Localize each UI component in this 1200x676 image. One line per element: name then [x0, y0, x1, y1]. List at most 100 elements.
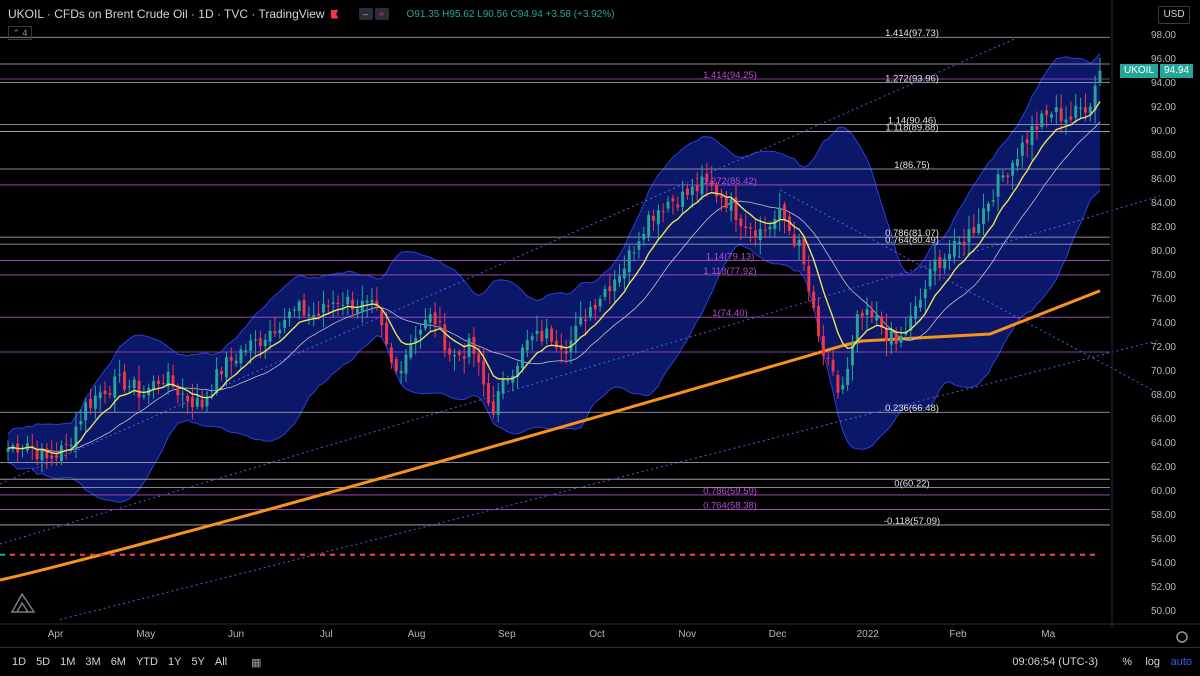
candle-body [836, 375, 840, 393]
range-3m[interactable]: 3M [85, 656, 100, 668]
y-tick-label: 84.00 [1151, 198, 1176, 209]
y-tick-label: 76.00 [1151, 294, 1176, 305]
range-ytd[interactable]: YTD [136, 656, 158, 668]
y-tick-label: 70.00 [1151, 366, 1176, 377]
candle-body [991, 200, 995, 202]
candle-body [744, 226, 748, 229]
candle-body [35, 449, 39, 460]
candle-body [686, 188, 689, 196]
candle-body [618, 275, 621, 283]
candle-body [394, 359, 398, 372]
candle-body [1020, 142, 1024, 156]
candle-body [399, 370, 403, 374]
candle-body [1088, 106, 1092, 114]
range-1d[interactable]: 1D [12, 656, 26, 668]
range-1m[interactable]: 1M [60, 656, 75, 668]
range-5d[interactable]: 5D [36, 656, 50, 668]
percent-toggle[interactable]: % [1122, 656, 1132, 668]
candle-body [278, 329, 282, 334]
chart-header: UKOIL · CFDs on Brent Crude Oil · 1D · T… [8, 6, 615, 22]
last-price-label: UKOIL 94.94 [1120, 63, 1198, 78]
fib-label-right: 0(60.22) [894, 478, 929, 489]
fib-label-right: 1.272(93.96) [885, 73, 939, 84]
calendar-icon[interactable]: ▦ [251, 656, 261, 669]
y-tick-label: 64.00 [1151, 438, 1176, 449]
candle-body [190, 397, 194, 408]
fib-label-left: 1.414(94.25) [703, 70, 757, 81]
candle-body [661, 211, 665, 213]
candle-body [807, 265, 811, 292]
candle-body [89, 399, 92, 408]
price-chart[interactable]: 50.00 52.00 54.00 56.00 58.00 60.00 62.00 64.00… [0, 0, 1200, 647]
candle-body [64, 443, 68, 445]
auto-toggle[interactable]: auto [1171, 656, 1192, 668]
candle-body [739, 218, 743, 227]
candle-body [487, 383, 490, 404]
range-6m[interactable]: 6M [111, 656, 126, 668]
candle-body [258, 338, 262, 346]
candle-body [540, 330, 544, 342]
gear-icon[interactable] [1176, 631, 1188, 643]
candle-body [307, 314, 311, 316]
candle-body [263, 339, 267, 347]
minus-icon[interactable]: – [358, 8, 373, 20]
x-tick-label: Sep [498, 629, 516, 640]
candle-body [268, 330, 272, 342]
x-tick-label: Aug [408, 629, 426, 640]
candle-body [749, 227, 753, 229]
y-tick-label: 80.00 [1151, 246, 1176, 257]
candle-body [438, 321, 442, 323]
y-tick-label: 92.00 [1151, 102, 1176, 113]
candle-body [200, 399, 204, 408]
ohlc-high: H95.62 [442, 8, 475, 20]
range-1y[interactable]: 1Y [168, 656, 181, 668]
candle-body [627, 250, 631, 273]
candle-body [195, 398, 199, 407]
candle-body [778, 207, 782, 220]
y-tick-label: 52.00 [1151, 582, 1176, 593]
candle-body [865, 309, 869, 316]
candle-body [404, 354, 408, 374]
log-toggle[interactable]: log [1145, 656, 1160, 668]
candle-body [312, 315, 316, 319]
currency-select[interactable]: USD [1158, 6, 1190, 24]
flag-icon[interactable] [330, 9, 339, 19]
candle-body [821, 336, 825, 356]
wave-icon[interactable]: ≈ [374, 8, 389, 20]
candle-body [482, 360, 486, 385]
clock-readout[interactable]: 09:06:54 (UTC-3) [1012, 656, 1098, 668]
candle-body [161, 382, 165, 384]
fib-label-left: 1.118(77.92) [703, 266, 756, 277]
range-5y[interactable]: 5Y [191, 656, 204, 668]
candle-body [453, 355, 456, 357]
candle-body [899, 335, 903, 343]
candle-body [948, 254, 951, 260]
candle-body [501, 378, 505, 394]
collapse-indicators-button[interactable]: ⌃ 4 [8, 26, 32, 40]
candle-body [957, 241, 961, 245]
candle-body [409, 343, 413, 358]
x-tick-label: Nov [678, 629, 696, 640]
candle-body [637, 241, 641, 250]
candle-body [622, 268, 626, 279]
candle-body [996, 174, 1000, 197]
y-tick-label: 58.00 [1151, 510, 1176, 521]
indicator-toggle[interactable]: – ≈ [358, 8, 389, 20]
y-tick-label: 66.00 [1151, 414, 1176, 425]
ohlc-low: L90.56 [477, 8, 508, 20]
candle-body [962, 241, 966, 246]
fib-label-right: 1.118(89.88) [885, 122, 938, 133]
candle-body [671, 198, 675, 202]
candle-body [783, 204, 786, 220]
range-all[interactable]: All [215, 656, 227, 668]
candle-body [1035, 126, 1039, 130]
ohlc-open: O91.35 [406, 8, 440, 20]
ohlc-readout: O91.35 H95.62 L90.56 C94.94 +3.58 (+3.92… [407, 9, 615, 20]
candle-body [84, 402, 88, 421]
y-tick-label: 86.00 [1151, 174, 1176, 185]
candle-body [428, 314, 432, 323]
candle-body [365, 300, 369, 303]
candle-body [423, 319, 427, 329]
symbol-title[interactable]: UKOIL · CFDs on Brent Crude Oil · 1D · T… [8, 7, 325, 21]
candle-body [1045, 110, 1049, 115]
